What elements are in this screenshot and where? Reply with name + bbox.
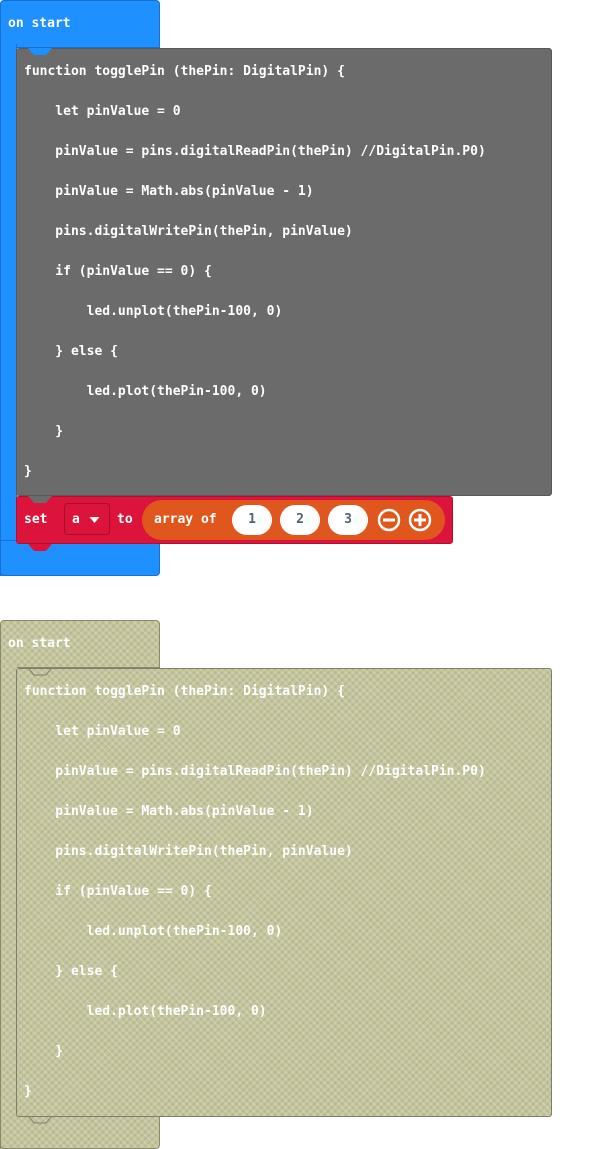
on-start-block-body <box>0 44 17 576</box>
array-value-input[interactable]: 2 <box>280 505 320 535</box>
code-line: led.unplot(thePin-100, 0) <box>24 304 283 319</box>
code-line: pins.digitalWritePin(thePin, pinValue) <box>24 224 353 239</box>
code-line: function togglePin (thePin: DigitalPin) … <box>24 64 345 79</box>
array-of-label: array of <box>154 512 217 527</box>
code-line: pins.digitalWritePin(thePin, pinValue) <box>24 844 353 859</box>
minus-circle-icon[interactable] <box>377 508 401 532</box>
on-start-block-disabled-footer <box>0 1116 160 1149</box>
code-line: if (pinValue == 0) { <box>24 264 212 279</box>
code-line: let pinValue = 0 <box>24 104 181 119</box>
code-line: pinValue = pins.digitalReadPin(thePin) /… <box>24 144 486 159</box>
block-notch-icon <box>28 496 52 503</box>
on-start-block-disabled-body <box>0 664 17 1149</box>
block-notch-icon <box>28 668 52 676</box>
set-label: set <box>24 512 48 527</box>
code-line: } <box>24 1084 32 1099</box>
array-value-input[interactable]: 1 <box>232 505 272 535</box>
code-line: let pinValue = 0 <box>24 724 181 739</box>
code-line: } else { <box>24 344 118 359</box>
dropdown-arrow-icon <box>89 517 100 523</box>
array-value-input[interactable]: 3 <box>328 505 368 535</box>
to-label: to <box>117 512 133 527</box>
variable-dropdown[interactable] <box>64 503 110 535</box>
code-line: } <box>24 424 64 439</box>
block-notch-icon <box>28 544 52 551</box>
code-line: if (pinValue == 0) { <box>24 884 212 899</box>
code-line: led.plot(thePin-100, 0) <box>24 384 267 399</box>
on-start-block-footer <box>0 540 160 576</box>
code-line: function togglePin (thePin: DigitalPin) … <box>24 684 345 699</box>
on-start-label: on start <box>8 636 71 651</box>
code-line: } else { <box>24 964 118 979</box>
on-start-label: on start <box>8 16 71 31</box>
code-line: pinValue = Math.abs(pinValue - 1) <box>24 184 314 199</box>
code-line: led.plot(thePin-100, 0) <box>24 1004 267 1019</box>
code-line: pinValue = Math.abs(pinValue - 1) <box>24 804 314 819</box>
code-line: } <box>24 464 32 479</box>
code-line: led.unplot(thePin-100, 0) <box>24 924 283 939</box>
plus-circle-icon[interactable] <box>408 508 432 532</box>
code-line: } <box>24 1044 64 1059</box>
block-notch-icon <box>28 1116 52 1124</box>
code-line: pinValue = pins.digitalReadPin(thePin) /… <box>24 764 486 779</box>
block-notch-icon <box>28 48 52 55</box>
variable-name: a <box>72 512 80 527</box>
